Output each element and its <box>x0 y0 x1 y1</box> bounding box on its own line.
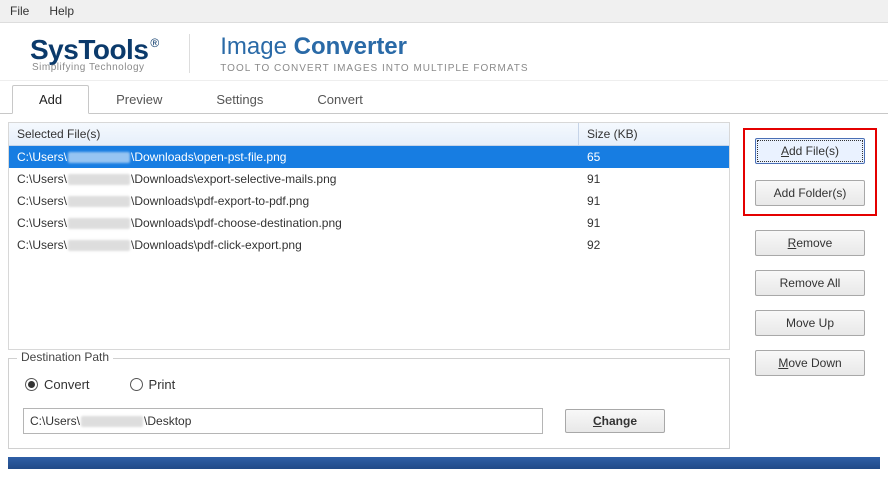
brand-registered: ® <box>150 36 159 50</box>
header: SysTools ® Simplifying Technology Image … <box>0 23 888 81</box>
move-up-button[interactable]: Move Up <box>755 310 865 336</box>
title-subtitle: TOOL TO CONVERT IMAGES INTO MULTIPLE FOR… <box>220 63 528 74</box>
title-bold: Converter <box>294 33 407 60</box>
table-row[interactable]: C:\Users\\Downloads\export-selective-mai… <box>9 168 729 190</box>
tab-preview[interactable]: Preview <box>89 85 189 114</box>
redacted-user <box>68 218 130 229</box>
destination-legend: Destination Path <box>17 350 113 364</box>
file-size-cell: 92 <box>579 236 729 254</box>
radio-print[interactable]: Print <box>130 377 176 392</box>
file-path-cell: C:\Users\\Downloads\open-pst-file.png <box>9 148 579 166</box>
brand-tagline: Simplifying Technology <box>32 62 159 73</box>
action-panel: Add File(s) Add Folder(s) Remove Remove … <box>740 122 880 449</box>
col-size[interactable]: Size (KB) <box>579 123 729 145</box>
tab-bar: Add Preview Settings Convert <box>0 85 888 114</box>
redacted-user <box>68 174 130 185</box>
file-size-cell: 91 <box>579 170 729 188</box>
highlight-box: Add File(s) Add Folder(s) <box>743 128 877 216</box>
menubar: File Help <box>0 0 888 23</box>
tab-settings[interactable]: Settings <box>189 85 290 114</box>
title-light: Image <box>220 33 287 60</box>
footer-bar <box>8 457 880 469</box>
move-down-button[interactable]: Move Down <box>755 350 865 376</box>
file-size-cell: 65 <box>579 148 729 166</box>
file-table: Selected File(s) Size (KB) C:\Users\\Dow… <box>8 122 730 350</box>
redacted-user <box>68 196 130 207</box>
table-row[interactable]: C:\Users\\Downloads\pdf-choose-destinati… <box>9 212 729 234</box>
table-row[interactable]: C:\Users\\Downloads\pdf-export-to-pdf.pn… <box>9 190 729 212</box>
brand-logo: SysTools ® Simplifying Technology <box>30 34 190 73</box>
table-row[interactable]: C:\Users\\Downloads\open-pst-file.png65 <box>9 146 729 168</box>
remove-button[interactable]: Remove <box>755 230 865 256</box>
app-title-block: Image Converter TOOL TO CONVERT IMAGES I… <box>220 33 528 74</box>
col-selected-files[interactable]: Selected File(s) <box>9 123 579 145</box>
redacted-user <box>68 152 130 163</box>
destination-group: Destination Path Convert Print C:\Users\… <box>8 358 730 449</box>
menu-help[interactable]: Help <box>43 2 80 20</box>
remove-all-button[interactable]: Remove All <box>755 270 865 296</box>
file-path-cell: C:\Users\\Downloads\export-selective-mai… <box>9 170 579 188</box>
redacted-user <box>68 240 130 251</box>
radio-convert[interactable]: Convert <box>25 377 90 392</box>
file-size-cell: 91 <box>579 214 729 232</box>
file-path-cell: C:\Users\\Downloads\pdf-choose-destinati… <box>9 214 579 232</box>
table-row[interactable]: C:\Users\\Downloads\pdf-click-export.png… <box>9 234 729 256</box>
add-files-button[interactable]: Add File(s) <box>755 138 865 164</box>
radio-convert-label: Convert <box>44 377 90 392</box>
redacted-user <box>81 416 143 427</box>
file-path-cell: C:\Users\\Downloads\pdf-click-export.png <box>9 236 579 254</box>
radio-print-label: Print <box>149 377 176 392</box>
tab-add[interactable]: Add <box>12 85 89 114</box>
destination-path-input[interactable]: C:\Users\\Desktop <box>23 408 543 434</box>
file-path-cell: C:\Users\\Downloads\pdf-export-to-pdf.pn… <box>9 192 579 210</box>
add-folders-button[interactable]: Add Folder(s) <box>755 180 865 206</box>
tab-convert[interactable]: Convert <box>290 85 390 114</box>
menu-file[interactable]: File <box>4 2 35 20</box>
file-size-cell: 91 <box>579 192 729 210</box>
change-button[interactable]: Change <box>565 409 665 433</box>
